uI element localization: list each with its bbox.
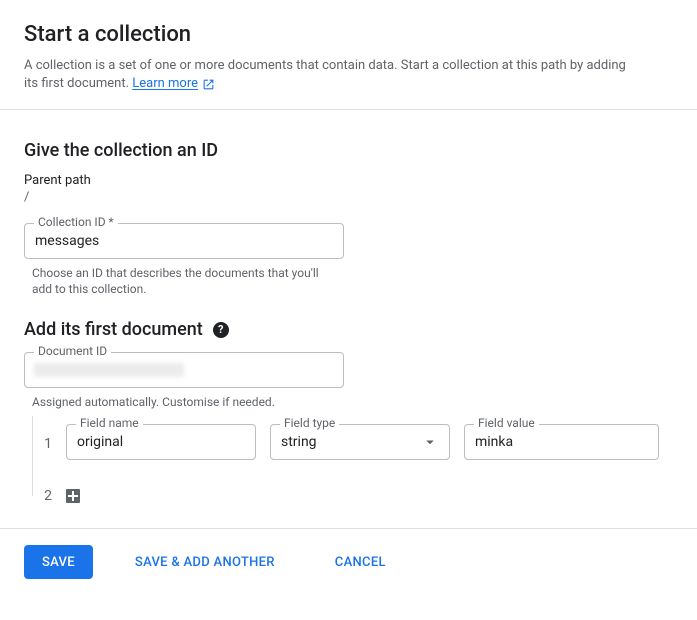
field-name-label: Field name bbox=[76, 416, 143, 430]
add-field-button[interactable] bbox=[66, 489, 80, 503]
add-row-tree: 2 bbox=[24, 488, 52, 504]
help-icon[interactable]: ? bbox=[213, 322, 229, 338]
section-add-doc-label: Add its first document bbox=[24, 319, 203, 340]
parent-path-value: / bbox=[24, 190, 673, 205]
start-collection-dialog: Start a collection A collection is a set… bbox=[0, 0, 697, 595]
learn-more-link[interactable]: Learn more bbox=[132, 75, 215, 93]
save-button[interactable]: Save bbox=[24, 545, 93, 579]
parent-path-label: Parent path bbox=[24, 173, 673, 188]
add-row-number: 2 bbox=[44, 488, 52, 504]
row-number: 1 bbox=[44, 436, 52, 452]
field-type-label: Field type bbox=[280, 416, 339, 430]
dialog-description-text: A collection is a set of one or more doc… bbox=[24, 58, 626, 91]
field-value-label: Field value bbox=[474, 416, 539, 430]
cancel-button[interactable]: Cancel bbox=[317, 545, 404, 579]
field-name-wrap: Field name bbox=[66, 424, 256, 460]
document-id-autogen-placeholder bbox=[34, 363, 184, 377]
section-add-doc-title: Add its first document ? bbox=[24, 319, 673, 340]
external-link-icon bbox=[202, 78, 215, 91]
document-id-label: Document ID bbox=[34, 344, 111, 358]
document-id-field: Document ID bbox=[24, 352, 344, 388]
document-id-helper: Assigned automatically. Customise if nee… bbox=[32, 394, 332, 410]
collection-id-helper: Choose an ID that describes the document… bbox=[32, 265, 332, 297]
chevron-down-icon bbox=[421, 433, 439, 451]
dialog-footer: Save Save & add another Cancel bbox=[0, 528, 697, 595]
field-type-wrap: Field type string bbox=[270, 424, 450, 460]
dialog-body: Give the collection an ID Parent path / … bbox=[0, 110, 697, 528]
collection-id-field: Collection ID * bbox=[24, 223, 344, 259]
dialog-header: Start a collection A collection is a set… bbox=[0, 0, 697, 109]
field-row: 1 Field name Field type string Field val… bbox=[24, 424, 673, 464]
row-tree: 1 bbox=[24, 424, 52, 464]
learn-more-label: Learn more bbox=[132, 75, 198, 93]
save-add-another-button[interactable]: Save & add another bbox=[117, 545, 293, 579]
plus-icon bbox=[68, 491, 78, 501]
field-rows: 1 Field name Field type string Field val… bbox=[24, 424, 673, 504]
section-give-id-title: Give the collection an ID bbox=[24, 140, 673, 161]
field-type-value: string bbox=[281, 434, 317, 450]
add-field-row: 2 bbox=[24, 488, 673, 504]
dialog-description: A collection is a set of one or more doc… bbox=[24, 57, 634, 93]
collection-id-label: Collection ID * bbox=[34, 215, 118, 229]
dialog-title: Start a collection bbox=[24, 22, 673, 47]
field-value-wrap: Field value bbox=[464, 424, 659, 460]
